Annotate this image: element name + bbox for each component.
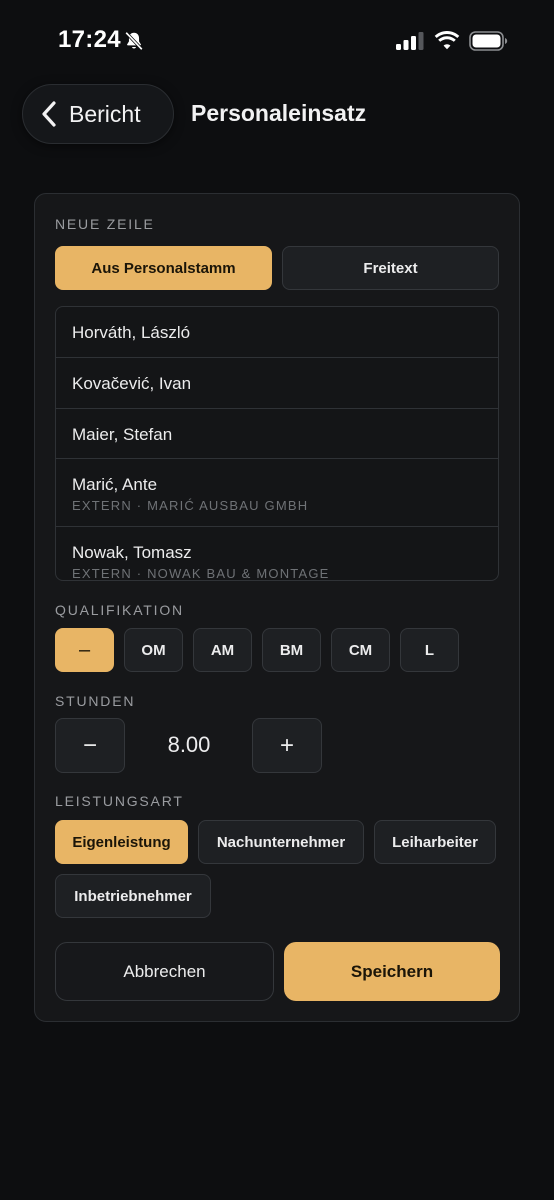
hours-decrement-button[interactable]: − bbox=[55, 718, 125, 773]
back-button[interactable]: Bericht bbox=[22, 84, 174, 144]
new-row-card: NEUE ZEILE Aus Personalstamm Freitext Ho… bbox=[34, 193, 520, 1022]
list-item[interactable]: Horváth, László bbox=[56, 307, 498, 358]
status-bar: 17:24 bbox=[0, 0, 554, 80]
qualification-option-bm[interactable]: BM bbox=[262, 628, 321, 672]
person-name: Maier, Stefan bbox=[72, 425, 173, 444]
person-name: Horváth, László bbox=[72, 323, 191, 342]
qualification-option-am[interactable]: AM bbox=[193, 628, 252, 672]
tab-free-text[interactable]: Freitext bbox=[282, 246, 499, 290]
service-type-label: LEISTUNGSART bbox=[55, 793, 184, 809]
service-type-subcontractor[interactable]: Nachunternehmer bbox=[198, 820, 364, 864]
person-company: EXTERN · NOWAK BAU & MONTAGE bbox=[72, 566, 330, 581]
qualification-label: QUALIFIKATION bbox=[55, 602, 184, 618]
service-type-commissioner[interactable]: Inbetriebnehmer bbox=[55, 874, 211, 918]
tab-from-personnel[interactable]: Aus Personalstamm bbox=[55, 246, 272, 290]
status-time: 17:24 bbox=[58, 26, 121, 53]
list-item[interactable]: Kovačević, Ivan bbox=[56, 358, 498, 409]
service-type-own[interactable]: Eigenleistung bbox=[55, 820, 188, 864]
signal-icon bbox=[396, 32, 424, 50]
list-item[interactable]: Marić, Ante EXTERN · MARIĆ AUSBAU GMBH bbox=[56, 459, 498, 527]
qualification-option-om[interactable]: OM bbox=[124, 628, 183, 672]
service-type-temp-worker[interactable]: Leiharbeiter bbox=[374, 820, 496, 864]
person-name: Nowak, Tomasz bbox=[72, 543, 192, 562]
save-button[interactable]: Speichern bbox=[284, 942, 500, 1001]
person-list[interactable]: Horváth, László Kovačević, Ivan Maier, S… bbox=[55, 306, 499, 581]
back-label: Bericht bbox=[69, 100, 141, 127]
hours-label: STUNDEN bbox=[55, 693, 136, 709]
qualification-option-none[interactable]: – bbox=[55, 628, 114, 672]
list-item[interactable]: Nowak, Tomasz EXTERN · NOWAK BAU & MONTA… bbox=[56, 527, 498, 581]
hours-increment-button[interactable]: + bbox=[252, 718, 322, 773]
person-name: Kovačević, Ivan bbox=[72, 374, 192, 393]
battery-icon bbox=[469, 31, 508, 51]
qualification-option-cm[interactable]: CM bbox=[331, 628, 390, 672]
person-name: Marić, Ante bbox=[72, 475, 158, 494]
page-title: Personaleinsatz bbox=[191, 100, 367, 126]
new-row-label: NEUE ZEILE bbox=[55, 216, 155, 232]
cancel-button[interactable]: Abbrechen bbox=[55, 942, 274, 1001]
list-item[interactable]: Maier, Stefan bbox=[56, 409, 498, 459]
hours-value: 8.00 bbox=[167, 732, 211, 757]
qualification-option-l[interactable]: L bbox=[400, 628, 459, 672]
person-company: EXTERN · MARIĆ AUSBAU GMBH bbox=[72, 498, 309, 513]
chevron-left-icon bbox=[42, 101, 56, 127]
wifi-icon bbox=[434, 31, 460, 50]
bell-slash-icon bbox=[125, 31, 143, 51]
